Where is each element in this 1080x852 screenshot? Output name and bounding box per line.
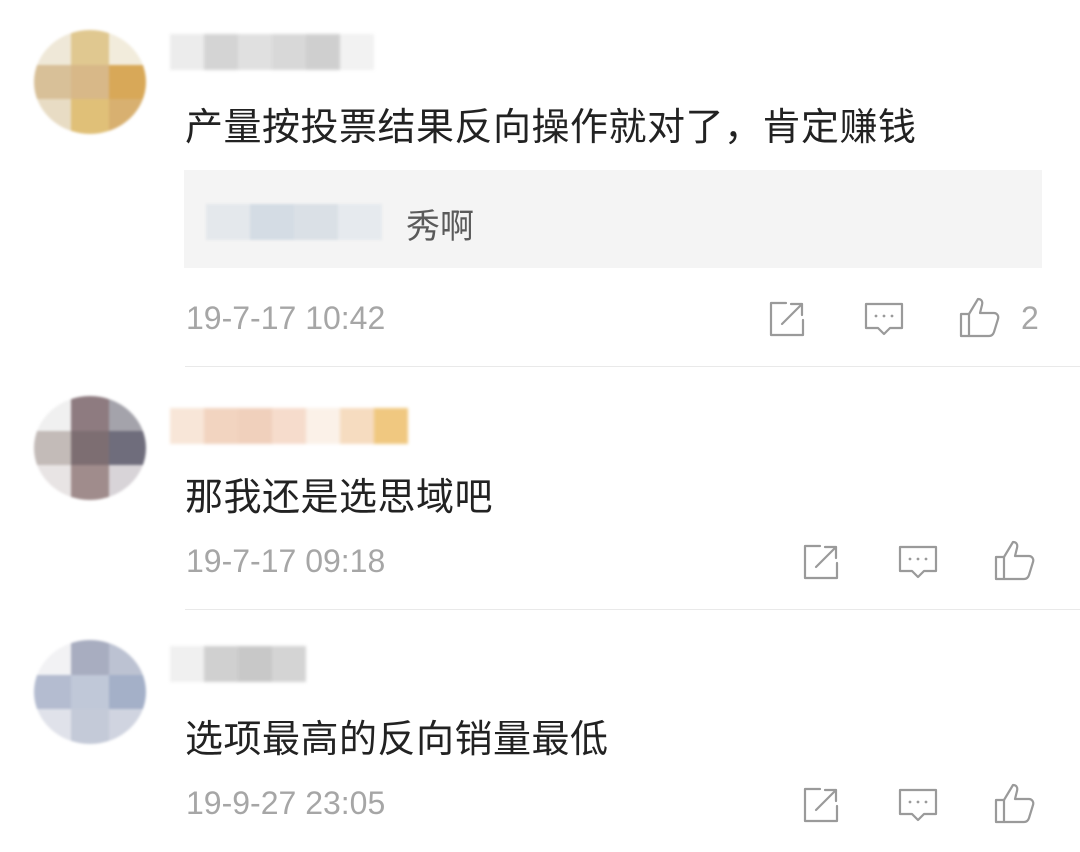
share-icon[interactable] bbox=[764, 296, 810, 342]
thumbs-up-icon[interactable] bbox=[957, 294, 1003, 340]
thumbs-up-icon[interactable] bbox=[992, 537, 1038, 583]
reply-box[interactable]: 秀啊 bbox=[184, 170, 1042, 268]
timestamp: 19-7-17 10:42 bbox=[186, 300, 386, 336]
comment-text: 选项最高的反向销量最低 bbox=[185, 717, 609, 761]
timestamp: 19-9-27 23:05 bbox=[186, 785, 386, 821]
share-icon[interactable] bbox=[798, 782, 844, 828]
username[interactable] bbox=[170, 646, 306, 682]
reply-username[interactable] bbox=[206, 204, 382, 240]
avatar[interactable] bbox=[34, 640, 146, 744]
comment-list: 产量按投票结果反向操作就对了，肯定赚钱 秀啊 19-7-17 10:42 2 那… bbox=[0, 0, 1080, 852]
avatar[interactable] bbox=[34, 30, 146, 134]
timestamp: 19-7-17 09:18 bbox=[186, 543, 386, 579]
thumbs-up-icon[interactable] bbox=[992, 780, 1038, 826]
comment-icon[interactable] bbox=[895, 782, 941, 828]
username[interactable] bbox=[170, 408, 408, 444]
avatar[interactable] bbox=[34, 396, 146, 500]
reply-text: 秀啊 bbox=[406, 207, 474, 247]
comment-icon[interactable] bbox=[861, 296, 907, 342]
divider bbox=[185, 609, 1080, 610]
divider bbox=[185, 366, 1080, 367]
comment-icon[interactable] bbox=[895, 539, 941, 585]
comment-text: 那我还是选思域吧 bbox=[185, 475, 494, 519]
like-count: 2 bbox=[1021, 300, 1039, 336]
comment-text: 产量按投票结果反向操作就对了，肯定赚钱 bbox=[185, 105, 917, 149]
share-icon[interactable] bbox=[798, 539, 844, 585]
username[interactable] bbox=[170, 34, 374, 70]
